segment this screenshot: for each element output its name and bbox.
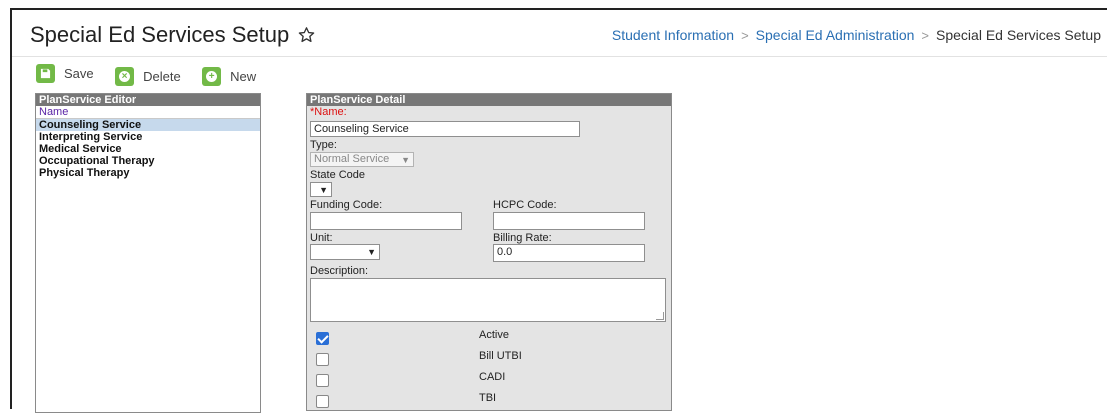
hcpc-code-label: HCPC Code:: [493, 199, 557, 211]
description-label: Description:: [310, 265, 369, 277]
cadi-label: CADI: [479, 371, 506, 383]
plan-service-detail: PlanService Detail *Name: Counseling Ser…: [306, 93, 672, 411]
chevron-down-icon: ▼: [401, 155, 410, 165]
list-item-medical-service[interactable]: Medical Service: [36, 143, 260, 155]
active-label: Active: [479, 329, 509, 341]
state-code-select[interactable]: ▼: [310, 182, 332, 197]
chevron-down-icon: ▼: [319, 185, 328, 195]
toolbar: Save × Delete + New: [36, 64, 273, 86]
bill-utbi-checkbox[interactable]: [316, 353, 329, 366]
new-button-label: New: [230, 69, 257, 84]
funding-code-field[interactable]: [310, 212, 462, 230]
list-item-counseling-service[interactable]: Counseling Service: [36, 119, 260, 131]
breadcrumb-special-ed-administration[interactable]: Special Ed Administration: [756, 27, 915, 43]
active-checkbox[interactable]: [316, 332, 329, 345]
page-title-text: Special Ed Services Setup: [30, 22, 290, 47]
chevron-right-icon: >: [741, 28, 749, 43]
state-code-label: State Code: [310, 169, 366, 181]
unit-label: Unit:: [310, 232, 333, 244]
tbi-label: TBI: [479, 392, 497, 404]
column-header-name[interactable]: Name: [36, 106, 260, 119]
type-select: Normal Service ▼: [310, 152, 414, 167]
page-header: Special Ed Services Setup Student Inform…: [12, 10, 1107, 57]
detail-title: PlanService Detail: [307, 94, 671, 106]
chevron-right-icon: >: [921, 28, 930, 43]
list-item-interpreting-service[interactable]: Interpreting Service: [36, 131, 260, 143]
save-button[interactable]: Save: [36, 64, 94, 83]
star-icon[interactable]: [297, 24, 316, 50]
delete-button-label: Delete: [143, 69, 181, 84]
breadcrumb: Student Information > Special Ed Administr…: [612, 27, 1101, 43]
description-field[interactable]: [310, 278, 666, 322]
chevron-down-icon: ▼: [367, 247, 376, 257]
editor-title: PlanService Editor: [36, 94, 260, 106]
resize-handle-icon[interactable]: [656, 312, 664, 320]
breadcrumb-current: Special Ed Services Setup: [936, 27, 1101, 43]
name-label: *Name:: [310, 106, 347, 118]
page-title: Special Ed Services Setup: [30, 22, 316, 50]
save-icon: [36, 64, 55, 83]
new-icon: +: [202, 67, 222, 86]
plan-service-editor: PlanService Editor Name Counseling Servi…: [35, 93, 261, 413]
tbi-checkbox[interactable]: [316, 395, 329, 408]
list-item-physical-therapy[interactable]: Physical Therapy: [36, 167, 260, 179]
list-item-occupational-therapy[interactable]: Occupational Therapy: [36, 155, 260, 167]
type-label: Type:: [310, 139, 337, 151]
billing-rate-label: Billing Rate:: [493, 232, 552, 244]
cadi-checkbox[interactable]: [316, 374, 329, 387]
funding-code-label: Funding Code:: [310, 199, 383, 211]
name-field[interactable]: Counseling Service: [310, 121, 580, 137]
breadcrumb-student-information[interactable]: Student Information: [612, 27, 734, 43]
hcpc-code-field[interactable]: [493, 212, 645, 230]
bill-utbi-label: Bill UTBI: [479, 350, 522, 362]
billing-rate-field[interactable]: 0.0: [493, 244, 645, 262]
delete-icon: ×: [115, 67, 135, 86]
save-button-label: Save: [64, 66, 94, 81]
app-frame: Special Ed Services Setup Student Inform…: [10, 8, 1107, 413]
unit-select[interactable]: ▼: [310, 244, 380, 260]
delete-button[interactable]: × Delete: [115, 67, 181, 86]
new-button[interactable]: + New: [202, 67, 256, 86]
